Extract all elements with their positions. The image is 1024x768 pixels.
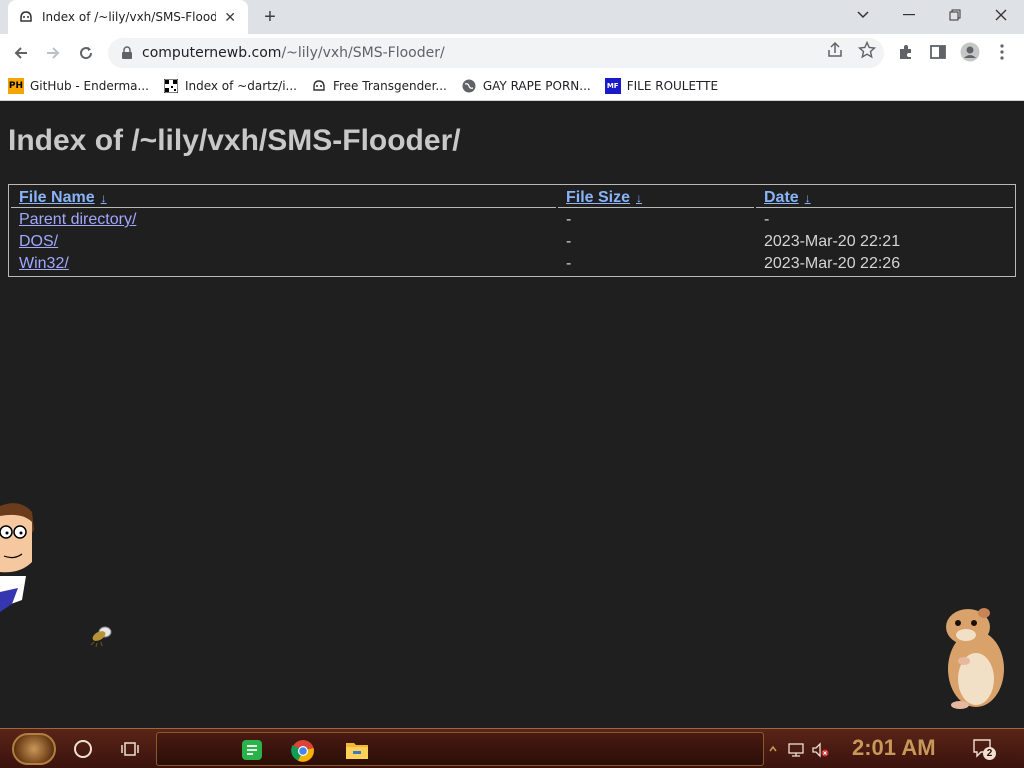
dos-folder-link[interactable]: DOS/ (19, 233, 58, 250)
lock-icon[interactable] (120, 46, 134, 60)
table-header-row: File Name ↓ File Size ↓ Date ↓ (11, 187, 1013, 208)
tab-title: Index of /~lily/vxh/SMS-Flooder/ (42, 10, 217, 24)
extensions-icon[interactable] (896, 42, 916, 62)
page-title: Index of /~lily/vxh/SMS-Flooder/ (8, 124, 461, 157)
side-panel-icon[interactable] (928, 42, 948, 62)
bee-desktop-buddy-icon[interactable] (88, 618, 120, 648)
date-cell: - (764, 211, 770, 228)
reload-button[interactable] (73, 40, 99, 66)
file-explorer-icon[interactable] (345, 739, 369, 761)
task-view-icon[interactable] (121, 740, 139, 758)
show-hidden-icons-icon[interactable] (768, 742, 778, 754)
profile-avatar-icon[interactable] (960, 42, 980, 62)
sort-by-name-link[interactable]: File Name (19, 189, 95, 206)
sort-arrow-icon[interactable]: ↓ (101, 191, 107, 205)
chrome-icon[interactable] (291, 739, 315, 762)
tab-search-icon[interactable] (840, 0, 886, 30)
date-cell: 2023-Mar-20 22:26 (764, 255, 901, 272)
column-header-size: File Size ↓ (558, 187, 754, 208)
table-row: Parent directory/ - - (11, 210, 1013, 230)
file-size-cell: - (566, 233, 572, 250)
share-icon[interactable] (826, 41, 844, 59)
column-header-name: File Name ↓ (11, 187, 556, 208)
taskbar: 2:01 AM 2 (0, 728, 1024, 768)
volume-muted-icon[interactable] (812, 742, 830, 758)
cartoon-man-desktop-buddy-icon[interactable] (0, 500, 40, 620)
globe-icon (461, 78, 477, 94)
file-size-cell: - (566, 211, 572, 228)
taskbar-app-area (156, 732, 764, 766)
bookmark-free-transgender[interactable]: Free Transgender... (311, 78, 447, 94)
file-size-cell: - (566, 255, 572, 272)
win32-folder-link[interactable]: Win32/ (19, 255, 69, 272)
browser-tab[interactable]: Index of /~lily/vxh/SMS-Flooder/ ✕ (8, 0, 248, 34)
new-tab-button[interactable]: + (258, 5, 282, 29)
file-listing-table: File Name ↓ File Size ↓ Date ↓ Parent direc… (8, 184, 1016, 277)
mask-icon (311, 78, 327, 94)
menu-kebab-icon[interactable] (992, 42, 1012, 62)
start-button[interactable] (12, 733, 56, 765)
url-text: computernewb.com/~lily/vxh/SMS-Flooder/ (142, 45, 445, 61)
notification-count-badge: 2 (983, 747, 996, 760)
minimize-button[interactable] (886, 0, 932, 30)
close-window-button[interactable] (978, 0, 1024, 30)
sort-arrow-icon[interactable]: ↓ (805, 191, 811, 205)
bookmarks-bar: PH GitHub - Enderma... Index of ~dartz/i… (0, 71, 1024, 101)
page-content: Index of /~lily/vxh/SMS-Flooder/ File Na… (0, 102, 1024, 728)
tab-close-icon[interactable]: ✕ (222, 9, 238, 26)
hamster-desktop-buddy-icon[interactable] (938, 605, 1008, 711)
search-circle-icon[interactable] (74, 740, 92, 758)
bookmark-star-icon[interactable] (857, 40, 877, 59)
sort-arrow-icon[interactable]: ↓ (636, 191, 642, 205)
bookmark-globe-site[interactable]: GAY RAPE PORN... (461, 78, 591, 94)
table-row: Win32/ - 2023-Mar-20 22:26 (11, 254, 1013, 274)
tab-favicon-icon (18, 9, 34, 25)
sort-by-size-link[interactable]: File Size (566, 189, 630, 206)
taskbar-clock[interactable]: 2:01 AM (852, 735, 936, 761)
bookmark-github[interactable]: PH GitHub - Enderma... (8, 77, 149, 94)
table-row: DOS/ - 2023-Mar-20 22:21 (11, 232, 1013, 252)
network-icon[interactable] (788, 742, 806, 758)
mf-logo-icon: MF (604, 77, 621, 94)
bookmark-file-roulette[interactable]: MF FILE ROULETTE (604, 77, 718, 94)
sort-by-date-link[interactable]: Date (764, 189, 799, 206)
ph-logo-icon: PH (8, 77, 24, 94)
qr-code-icon (163, 78, 179, 94)
date-cell: 2023-Mar-20 22:21 (764, 233, 901, 250)
back-button[interactable] (8, 40, 34, 66)
parent-directory-link[interactable]: Parent directory/ (19, 211, 136, 228)
action-center-icon[interactable]: 2 (972, 738, 996, 760)
bookmark-index-dartz[interactable]: Index of ~dartz/i... (163, 78, 297, 94)
forward-button[interactable] (40, 40, 66, 66)
notes-app-icon[interactable] (241, 739, 265, 761)
address-bar[interactable]: computernewb.com/~lily/vxh/SMS-Flooder/ (108, 38, 884, 68)
column-header-date: Date ↓ (756, 187, 1013, 208)
browser-toolbar: computernewb.com/~lily/vxh/SMS-Flooder/ (0, 34, 1024, 71)
restore-button[interactable] (932, 0, 978, 30)
tab-strip: Index of /~lily/vxh/SMS-Flooder/ ✕ + (0, 0, 1024, 34)
